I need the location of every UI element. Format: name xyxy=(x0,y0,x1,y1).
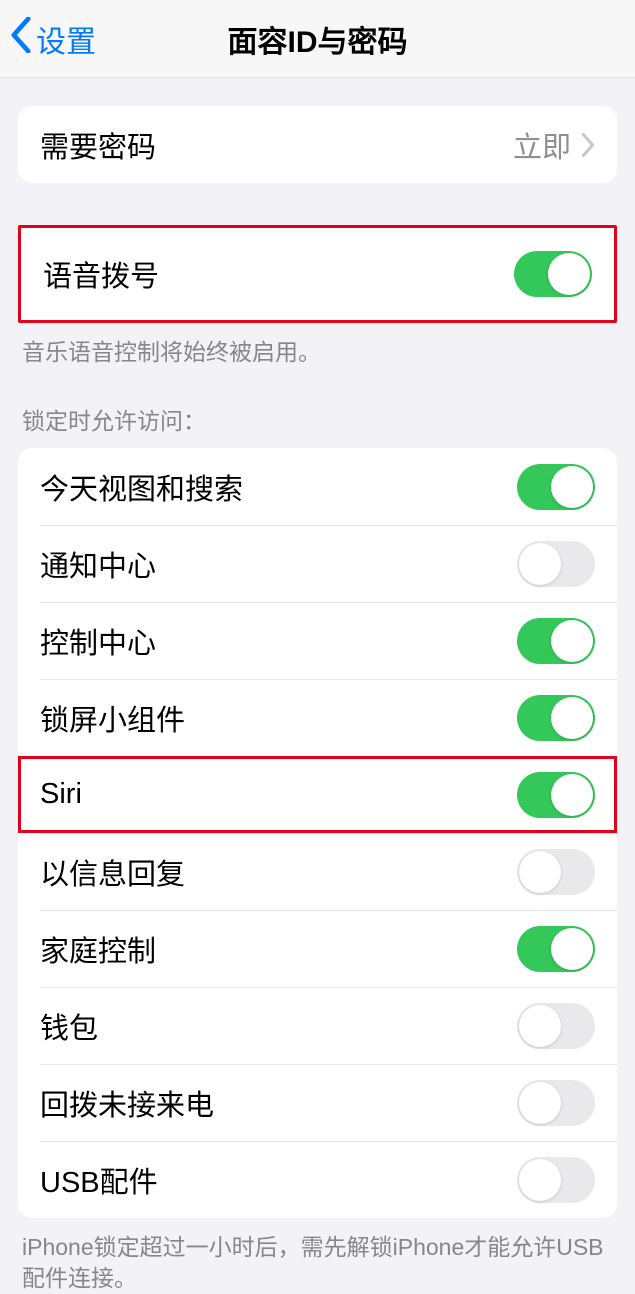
back-button[interactable]: 设置 xyxy=(0,17,96,61)
highlight-voice-dial: 语音拨号 xyxy=(18,225,617,323)
row-lock-item[interactable]: 以信息回复 xyxy=(18,833,617,910)
row-label: 回拨未接来电 xyxy=(40,1082,214,1124)
row-lock-item[interactable]: 控制中心 xyxy=(18,602,617,679)
row-label: 需要密码 xyxy=(40,124,156,166)
toggle-lock-item[interactable] xyxy=(517,849,595,895)
toggle-lock-item[interactable] xyxy=(517,1080,595,1126)
row-lock-item[interactable]: 通知中心 xyxy=(18,525,617,602)
row-value: 立即 xyxy=(513,124,595,166)
chevron-right-icon xyxy=(581,133,595,157)
section-passcode: 需要密码 立即 xyxy=(18,106,617,183)
section-lock-access: 今天视图和搜索通知中心控制中心锁屏小组件 Siri 以信息回复家庭控制钱包回拨未接来… xyxy=(18,448,617,1218)
row-lock-item[interactable]: Siri xyxy=(18,756,617,833)
toggle-lock-item[interactable] xyxy=(517,772,595,818)
toggle-lock-item[interactable] xyxy=(517,695,595,741)
row-lock-item[interactable]: USB配件 xyxy=(18,1141,617,1218)
footer-lock-access: iPhone锁定超过一小时后，需先解锁iPhone才能允许USB配件连接。 xyxy=(0,1218,635,1294)
row-lock-item[interactable]: 锁屏小组件 xyxy=(18,679,617,756)
header-lock-access: 锁定时允许访问： xyxy=(0,402,635,448)
row-label: 家庭控制 xyxy=(40,928,156,970)
row-label: 语音拨号 xyxy=(43,253,159,295)
row-label: USB配件 xyxy=(40,1159,158,1201)
row-label: 以信息回复 xyxy=(40,851,185,893)
row-lock-item[interactable]: 钱包 xyxy=(18,987,617,1064)
row-voice-dial[interactable]: 语音拨号 xyxy=(21,228,614,320)
toggle-lock-item[interactable] xyxy=(517,618,595,664)
row-lock-item[interactable]: 回拨未接来电 xyxy=(18,1064,617,1141)
toggle-lock-item[interactable] xyxy=(517,464,595,510)
row-lock-item[interactable]: 今天视图和搜索 xyxy=(18,448,617,525)
chevron-left-icon xyxy=(10,17,32,61)
toggle-lock-item[interactable] xyxy=(517,541,595,587)
back-label: 设置 xyxy=(36,17,96,61)
toggle-voice-dial[interactable] xyxy=(514,251,592,297)
footer-voice-dial: 音乐语音控制将始终被启用。 xyxy=(0,323,635,368)
toggle-lock-item[interactable] xyxy=(517,1003,595,1049)
nav-bar: 设置 面容ID与密码 xyxy=(0,0,635,78)
row-label: 控制中心 xyxy=(40,620,156,662)
row-lock-item[interactable]: 家庭控制 xyxy=(18,910,617,987)
row-label: 今天视图和搜索 xyxy=(40,466,243,508)
row-label: Siri xyxy=(40,778,82,811)
row-label: 通知中心 xyxy=(40,543,156,585)
row-require-passcode[interactable]: 需要密码 立即 xyxy=(18,106,617,183)
row-label: 钱包 xyxy=(40,1005,98,1047)
toggle-lock-item[interactable] xyxy=(517,926,595,972)
toggle-lock-item[interactable] xyxy=(517,1157,595,1203)
row-label: 锁屏小组件 xyxy=(40,697,185,739)
